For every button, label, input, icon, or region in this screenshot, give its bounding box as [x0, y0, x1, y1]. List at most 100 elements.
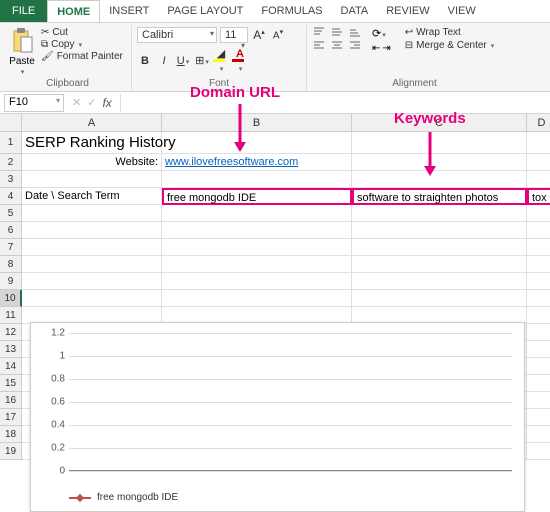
cell-c2[interactable]: [352, 154, 527, 171]
cell-c10[interactable]: [352, 290, 527, 307]
tab-home[interactable]: HOME: [47, 0, 100, 22]
row-header-15[interactable]: 15: [0, 375, 22, 392]
cell-c9[interactable]: [352, 273, 527, 290]
cell-c4-keyword[interactable]: software to straighten photos: [352, 188, 527, 205]
embedded-chart[interactable]: 00.20.40.60.811.2 free mongodb IDE: [30, 322, 525, 512]
fx-icon[interactable]: fx: [102, 96, 111, 110]
row-header-19[interactable]: 19: [0, 443, 22, 460]
wrap-text-button[interactable]: ↩Wrap Text: [403, 27, 497, 38]
cell-d16[interactable]: [527, 392, 550, 409]
cell-a6[interactable]: [22, 222, 162, 239]
row-header-17[interactable]: 17: [0, 409, 22, 426]
tab-page-layout[interactable]: PAGE LAYOUT: [158, 0, 252, 22]
row-header-4[interactable]: 4: [0, 188, 22, 205]
increase-indent-button[interactable]: ⇥: [382, 43, 390, 54]
cell-a5[interactable]: [22, 205, 162, 222]
align-bottom-button[interactable]: [348, 27, 364, 37]
format-painter-button[interactable]: 🖌Format Painter: [39, 51, 125, 62]
formula-bar[interactable]: [120, 94, 550, 112]
italic-button[interactable]: I: [156, 55, 172, 67]
font-size-select[interactable]: 11: [220, 27, 248, 43]
tab-insert[interactable]: INSERT: [100, 0, 158, 22]
cell-a2[interactable]: Website:: [22, 154, 162, 171]
row-header-12[interactable]: 12: [0, 324, 22, 341]
cell-d9[interactable]: [527, 273, 550, 290]
row-header-8[interactable]: 8: [0, 256, 22, 273]
column-header-a[interactable]: A: [22, 114, 162, 132]
tab-view[interactable]: VIEW: [439, 0, 485, 22]
row-header-2[interactable]: 2: [0, 154, 22, 171]
row-header-5[interactable]: 5: [0, 205, 22, 222]
row-header-1[interactable]: 1: [0, 132, 22, 154]
cell-c7[interactable]: [352, 239, 527, 256]
cell-c1[interactable]: [352, 132, 527, 154]
cell-b9[interactable]: [162, 273, 352, 290]
cell-d10[interactable]: [527, 290, 550, 307]
align-center-button[interactable]: [330, 40, 346, 50]
cell-d7[interactable]: [527, 239, 550, 256]
row-header-6[interactable]: 6: [0, 222, 22, 239]
cell-d14[interactable]: [527, 358, 550, 375]
cell-d6[interactable]: [527, 222, 550, 239]
cell-d11[interactable]: [527, 307, 550, 324]
column-header-c[interactable]: C: [352, 114, 527, 132]
cell-d4-keyword[interactable]: tox clients: [527, 188, 550, 205]
cell-c6[interactable]: [352, 222, 527, 239]
cell-d2[interactable]: [527, 154, 550, 171]
cell-d17[interactable]: [527, 409, 550, 426]
row-header-7[interactable]: 7: [0, 239, 22, 256]
increase-font-button[interactable]: A▴: [251, 28, 267, 42]
align-middle-button[interactable]: [330, 27, 346, 37]
cell-d1[interactable]: [527, 132, 550, 154]
align-left-button[interactable]: [312, 40, 328, 50]
border-button[interactable]: ⊞▾: [194, 54, 210, 67]
tab-data[interactable]: DATA: [332, 0, 378, 22]
copy-button[interactable]: ⧉Copy▾: [39, 39, 125, 50]
cell-d18[interactable]: [527, 426, 550, 443]
cut-button[interactable]: ✂Cut: [39, 27, 125, 38]
cancel-formula-button[interactable]: ✕: [72, 96, 81, 109]
cell-d3[interactable]: [527, 171, 550, 188]
cell-b3[interactable]: [162, 171, 352, 188]
cell-a4[interactable]: Date \ Search Term: [22, 188, 162, 205]
cell-d12[interactable]: [527, 324, 550, 341]
fill-color-button[interactable]: ◢▾: [213, 47, 229, 74]
row-header-16[interactable]: 16: [0, 392, 22, 409]
row-header-11[interactable]: 11: [0, 307, 22, 324]
row-header-10[interactable]: 10: [0, 290, 22, 307]
bold-button[interactable]: B: [137, 55, 153, 67]
font-name-select[interactable]: Calibri: [137, 27, 217, 43]
cell-d13[interactable]: [527, 341, 550, 358]
cell-b4-keyword[interactable]: free mongodb IDE: [162, 188, 352, 205]
tab-review[interactable]: REVIEW: [377, 0, 438, 22]
cell-b2-website-link[interactable]: www.ilovefreesoftware.com: [162, 154, 352, 171]
orientation-button[interactable]: ⟳▾: [372, 27, 391, 40]
cell-c8[interactable]: [352, 256, 527, 273]
row-header-14[interactable]: 14: [0, 358, 22, 375]
decrease-font-button[interactable]: A▾: [270, 28, 286, 41]
cell-a1[interactable]: SERP Ranking History: [22, 132, 162, 154]
cell-d8[interactable]: [527, 256, 550, 273]
font-color-button[interactable]: A▾: [232, 48, 248, 74]
paste-button[interactable]: Paste ▾: [9, 27, 35, 76]
cell-b8[interactable]: [162, 256, 352, 273]
cell-b10[interactable]: [162, 290, 352, 307]
tab-formulas[interactable]: FORMULAS: [252, 0, 331, 22]
cell-a3[interactable]: [22, 171, 162, 188]
column-header-b[interactable]: B: [162, 114, 352, 132]
merge-center-button[interactable]: ⊟Merge & Center▾: [403, 40, 497, 51]
cell-d5[interactable]: [527, 205, 550, 222]
cell-a8[interactable]: [22, 256, 162, 273]
cell-b7[interactable]: [162, 239, 352, 256]
cell-c5[interactable]: [352, 205, 527, 222]
underline-button[interactable]: U▾: [175, 55, 191, 67]
decrease-indent-button[interactable]: ⇤: [372, 43, 380, 54]
file-tab[interactable]: FILE: [0, 0, 47, 22]
row-header-9[interactable]: 9: [0, 273, 22, 290]
cell-a10[interactable]: [22, 290, 162, 307]
cell-b5[interactable]: [162, 205, 352, 222]
spreadsheet-grid[interactable]: ABCD 12345678910111213141516171819 SERP …: [0, 114, 550, 511]
align-top-button[interactable]: [312, 27, 328, 37]
cell-d19[interactable]: [527, 443, 550, 460]
cell-d15[interactable]: [527, 375, 550, 392]
